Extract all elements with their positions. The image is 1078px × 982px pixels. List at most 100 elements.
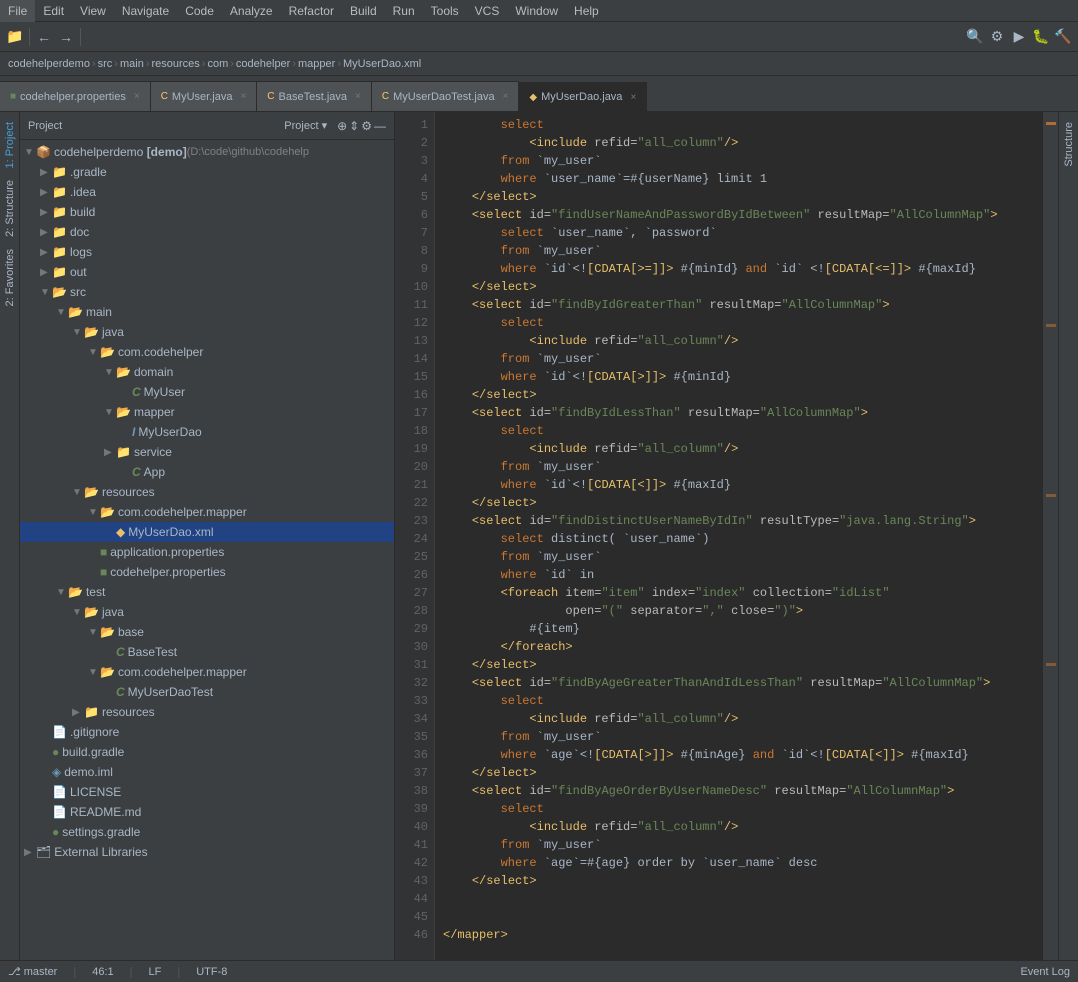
vtab-favorites[interactable]: 2: Favorites — [2, 243, 18, 312]
tree-item-external-libraries[interactable]: ▶ 🗂 External Libraries — [20, 842, 394, 862]
event-log[interactable]: Event Log — [1020, 966, 1070, 978]
tree-item-com-codehelper[interactable]: ▼ 📂 com.codehelper — [20, 342, 394, 362]
tree-item-out[interactable]: ▶ 📁 out — [20, 262, 394, 282]
tree-item-build-gradle[interactable]: ● build.gradle — [20, 742, 394, 762]
menu-view[interactable]: View — [72, 0, 114, 22]
line-num: 26 — [395, 566, 428, 584]
tab-myuserdaotest-java[interactable]: C MyUserDaoTest.java × — [372, 81, 520, 111]
tab-close-myuserdao[interactable]: × — [630, 92, 636, 103]
sidebar-icon-gear[interactable]: ⚙ — [361, 119, 372, 133]
tree-item-gradle-dir[interactable]: ▶ 📁 .gradle — [20, 162, 394, 182]
tab-myuserdao-java[interactable]: ◆ MyUserDao.java × — [519, 82, 647, 112]
vtab-project[interactable]: 1: Project — [2, 116, 18, 174]
tree-item-app[interactable]: C App — [20, 462, 394, 482]
toolbar-build-icon[interactable]: 🔨 — [1052, 26, 1074, 48]
tree-item-myuser[interactable]: C MyUser — [20, 382, 394, 402]
breadcrumb-part-6[interactable]: codehelper — [236, 58, 290, 70]
tree-item-test[interactable]: ▼ 📂 test — [20, 582, 394, 602]
sidebar-dropdown-icon[interactable]: Project ▾ — [284, 119, 327, 132]
tab-basetest-java[interactable]: C BaseTest.java × — [257, 81, 372, 111]
tree-item-java-main[interactable]: ▼ 📂 java — [20, 322, 394, 342]
sidebar-icon-minimize[interactable]: — — [374, 119, 386, 133]
tree-item-build[interactable]: ▶ 📁 build — [20, 202, 394, 222]
line-num: 11 — [395, 296, 428, 314]
tree-item-demo-iml[interactable]: ◈ demo.iml — [20, 762, 394, 782]
encoding-indicator[interactable]: UTF-8 — [196, 966, 227, 978]
tree-item-application-props[interactable]: ■ application.properties — [20, 542, 394, 562]
toolbar-back-icon[interactable]: ← — [33, 26, 55, 48]
menu-window[interactable]: Window — [507, 0, 566, 22]
menu-tools[interactable]: Tools — [423, 0, 467, 22]
tree-item-basetest[interactable]: C BaseTest — [20, 642, 394, 662]
tree-icon-logs: 📁 — [52, 245, 67, 259]
tab-icon-basetest: C — [267, 91, 274, 102]
tab-close-props[interactable]: × — [134, 91, 140, 102]
toolbar-forward-icon[interactable]: → — [55, 26, 77, 48]
tree-label-resources-main: resources — [102, 485, 155, 499]
toolbar-settings-icon[interactable]: ⚙ — [986, 26, 1008, 48]
sidebar-icon-scroll[interactable]: ⇕ — [349, 119, 359, 133]
code-editor[interactable]: select <include refid="all_column"/> fro… — [435, 112, 1042, 960]
tree-item-resources-test[interactable]: ▶ 📁 resources — [20, 702, 394, 722]
menu-build[interactable]: Build — [342, 0, 385, 22]
breadcrumb-part-7[interactable]: mapper — [298, 58, 335, 70]
toolbar-debug-icon[interactable]: 🐛 — [1030, 26, 1052, 48]
tree-item-com-codehelper-mapper[interactable]: ▼ 📂 com.codehelper.mapper — [20, 502, 394, 522]
tree-label-logs: logs — [70, 245, 92, 259]
tab-myuser-java[interactable]: C MyUser.java × — [151, 81, 258, 111]
tab-close-myuserdaotest[interactable]: × — [503, 91, 509, 102]
tree-item-settings-gradle[interactable]: ● settings.gradle — [20, 822, 394, 842]
menu-analyze[interactable]: Analyze — [222, 0, 281, 22]
tree-item-myuserdao-xml[interactable]: ◆ MyUserDao.xml — [20, 522, 394, 542]
tree-item-service[interactable]: ▶ 📁 service — [20, 442, 394, 462]
tab-close-basetest[interactable]: × — [355, 91, 361, 102]
sidebar-icon-plus[interactable]: ⊕ — [337, 119, 347, 133]
tree-item-main[interactable]: ▼ 📂 main — [20, 302, 394, 322]
tree-item-root[interactable]: ▼ 📦 codehelperdemo [demo] (D:\code\githu… — [20, 142, 394, 162]
vtab-structure[interactable]: 2: Structure — [2, 174, 18, 243]
tree-item-idea[interactable]: ▶ 📁 .idea — [20, 182, 394, 202]
tree-arrow-resources-main: ▼ — [72, 487, 84, 498]
menu-edit[interactable]: Edit — [35, 0, 72, 22]
tree-item-java-test[interactable]: ▼ 📂 java — [20, 602, 394, 622]
tab-close-myuser[interactable]: × — [240, 91, 246, 102]
tree-item-logs[interactable]: ▶ 📁 logs — [20, 242, 394, 262]
menu-file[interactable]: File — [0, 0, 35, 22]
line-num: 40 — [395, 818, 428, 836]
menu-navigate[interactable]: Navigate — [114, 0, 177, 22]
breadcrumb-part-1[interactable]: codehelperdemo — [8, 58, 90, 70]
tree-item-src[interactable]: ▼ 📂 src — [20, 282, 394, 302]
toolbar-search-icon[interactable]: 🔍 — [964, 26, 986, 48]
sidebar-tree: ▼ 📦 codehelperdemo [demo] (D:\code\githu… — [20, 140, 394, 960]
tree-item-readme[interactable]: 📄 README.md — [20, 802, 394, 822]
vtab-structure-right[interactable]: Structure — [1061, 116, 1077, 173]
tree-item-codehelper-props[interactable]: ■ codehelper.properties — [20, 562, 394, 582]
menu-vcs[interactable]: VCS — [467, 0, 508, 22]
breadcrumb-part-4[interactable]: resources — [151, 58, 199, 70]
tree-label-codehelper-props: codehelper.properties — [110, 565, 225, 579]
menu-run[interactable]: Run — [385, 0, 423, 22]
git-branch[interactable]: ⎇ master — [8, 965, 57, 978]
line-separator-indicator[interactable]: LF — [149, 966, 162, 978]
tree-item-resources-main[interactable]: ▼ 📂 resources — [20, 482, 394, 502]
tree-item-com-codehelper-mapper-test[interactable]: ▼ 📂 com.codehelper.mapper — [20, 662, 394, 682]
menu-help[interactable]: Help — [566, 0, 607, 22]
tree-item-myuserdao[interactable]: I MyUserDao — [20, 422, 394, 442]
breadcrumb-part-3[interactable]: main — [120, 58, 144, 70]
toolbar-project-icon[interactable]: 📁 — [4, 26, 26, 48]
line-col-indicator[interactable]: 46:1 — [92, 966, 113, 978]
menu-code[interactable]: Code — [177, 0, 222, 22]
tree-item-base[interactable]: ▼ 📂 base — [20, 622, 394, 642]
tab-codehelper-properties[interactable]: ■ codehelper.properties × — [0, 81, 151, 111]
toolbar-run-icon[interactable]: ▶ — [1008, 26, 1030, 48]
breadcrumb-part-5[interactable]: com — [207, 58, 228, 70]
breadcrumb-part-2[interactable]: src — [98, 58, 113, 70]
menu-refactor[interactable]: Refactor — [281, 0, 342, 22]
breadcrumb-filename[interactable]: MyUserDao.xml — [343, 58, 421, 70]
tree-item-myuserdaotest[interactable]: C MyUserDaoTest — [20, 682, 394, 702]
tree-item-license[interactable]: 📄 LICENSE — [20, 782, 394, 802]
tree-item-domain[interactable]: ▼ 📂 domain — [20, 362, 394, 382]
tree-item-doc[interactable]: ▶ 📁 doc — [20, 222, 394, 242]
tree-item-mapper-java[interactable]: ▼ 📂 mapper — [20, 402, 394, 422]
tree-item-gitignore[interactable]: 📄 .gitignore — [20, 722, 394, 742]
